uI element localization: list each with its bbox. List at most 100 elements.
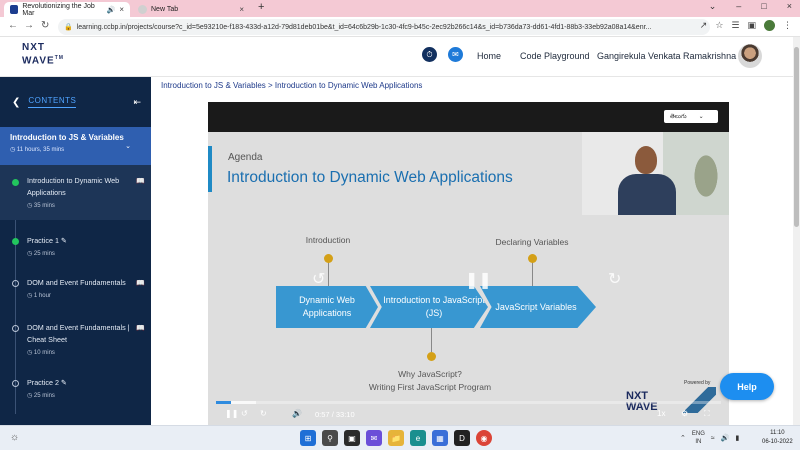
video-progress-bar[interactable] (216, 401, 721, 404)
dell-app-icon[interactable]: D (454, 430, 470, 446)
task-view-icon[interactable]: ▣ (344, 430, 360, 446)
step-javascript-variables: JavaScript Variables (480, 286, 596, 328)
minimize-icon[interactable]: – (736, 1, 741, 12)
language-select[interactable]: తెలుగు ⌄ (664, 110, 718, 123)
forward-overlay-icon[interactable]: ↻ (608, 269, 621, 289)
timer-icon[interactable]: ⏱ (422, 47, 437, 62)
settings-gear-icon[interactable]: ⚙ (681, 409, 688, 418)
back-arrow-icon[interactable]: ← (8, 20, 18, 31)
contents-label[interactable]: CONTENTS (28, 96, 77, 108)
speaker-tray-icon[interactable]: 🔊 (721, 434, 730, 442)
user-avatar[interactable] (738, 44, 762, 68)
system-clock[interactable]: 11:10 06-10-2022 (762, 429, 793, 447)
main-content: Introduction to JS & Variables > Introdu… (151, 77, 793, 425)
code-playground-link[interactable]: Code Playground (520, 51, 590, 61)
volume-icon[interactable]: 🔊 (292, 409, 302, 418)
lock-icon[interactable]: 🔒 (64, 23, 73, 31)
clock-time: 11:10 (770, 430, 785, 436)
store-icon[interactable]: ▦ (432, 430, 448, 446)
nxtwave-logo[interactable]: NXT WAVETM (22, 43, 64, 66)
help-button[interactable]: Help (720, 373, 774, 400)
presenter-body (618, 174, 676, 215)
back-chevron-icon[interactable]: ❮ (12, 97, 20, 108)
sidebar-item-label: DOM and Event Fundamentals (27, 278, 126, 287)
close-window-icon[interactable]: × (787, 1, 792, 12)
course-sidebar: ❮ CONTENTS ⇤ Introduction to JS & Variab… (0, 77, 151, 425)
close-tab-icon[interactable]: × (119, 5, 124, 14)
browser-menu-icon[interactable]: ⋮ (783, 20, 792, 31)
logo-tm: TM (54, 55, 64, 61)
teams-chat-icon[interactable]: ✉ (366, 430, 382, 446)
os-taskbar: ☼ ⊞ ⚲ ▣ ✉ 📁 e ▦ D ◉ ⌃ ENG IN ≈ 🔊 ▮ 11:10… (0, 425, 800, 450)
new-tab-favicon-icon (138, 5, 147, 14)
bookmark-star-icon[interactable]: ☆ (715, 20, 723, 31)
tab-search-icon[interactable]: ⌄ (709, 1, 717, 12)
sidebar-item-dom-event-fundamentals[interactable]: DOM and Event Fundamentals ◷ 1 hour 📖 (0, 265, 151, 310)
new-tab-button[interactable]: + (258, 1, 264, 13)
weather-icon[interactable]: ☼ (10, 432, 19, 443)
browser-tab-new[interactable]: New Tab × (132, 2, 250, 17)
plant-image (686, 152, 726, 212)
rewind-10-icon[interactable]: ↺ (241, 409, 248, 418)
url-input[interactable]: 🔒 learning.ccbp.in/projects/course?c_id=… (58, 19, 710, 35)
sidebar-item-practice-1[interactable]: Practice 1 ✎ ◷ 25 mins (0, 220, 151, 265)
edge-browser-icon[interactable]: e (410, 430, 426, 446)
battery-icon[interactable]: ▮ (735, 434, 739, 442)
book-icon: 📖 (136, 325, 145, 332)
sidebar-item-duration: ◷ 10 mins (27, 350, 55, 356)
breadcrumb[interactable]: Introduction to JS & Variables > Introdu… (161, 81, 422, 90)
sidebar-item-dom-cheat-sheet[interactable]: DOM and Event Fundamentals | Cheat Sheet… (0, 310, 151, 365)
sidebar-item-duration: ◷ 25 mins (27, 393, 55, 399)
site-favicon-icon (10, 5, 19, 14)
annotation-introduction: Introduction (305, 235, 351, 245)
tray-chevron-up-icon[interactable]: ⌃ (680, 434, 686, 442)
rewind-overlay-icon[interactable]: ↺ (312, 269, 325, 289)
video-player[interactable]: తెలుగు ⌄ Agenda Introduction to Dynamic … (208, 102, 729, 425)
forward-10-icon[interactable]: ↻ (260, 409, 267, 418)
chrome-icon[interactable]: ◉ (476, 430, 492, 446)
browser-tab-active[interactable]: Revolutionizing the Job Mar 🔊 × (4, 2, 130, 17)
chat-icon[interactable]: ✉ (448, 47, 463, 62)
system-tray: ⌃ ENG IN ≈ 🔊 ▮ (680, 430, 739, 446)
address-bar-row: ← → ↻ 🔒 learning.ccbp.in/projects/course… (0, 17, 800, 37)
app-header: NXT WAVETM ⏱ ✉ Home Code Playground Gang… (0, 37, 793, 77)
sidebar-item-intro-dynamic-web[interactable]: Introduction to Dynamic Web Applications… (0, 165, 151, 220)
sidebar-item-duration: ◷ 1 hour (27, 293, 51, 299)
close-tab-icon[interactable]: × (239, 5, 244, 14)
pause-icon[interactable]: ❚❚ (225, 409, 238, 418)
pending-circle-icon (12, 280, 19, 287)
forward-arrow-icon[interactable]: → (24, 20, 34, 31)
chevron-down-icon[interactable]: ⌄ (125, 142, 131, 150)
browser-toolbar-icons: ↗ ☆ ☰ ▣ ⋮ (700, 20, 792, 31)
wifi-icon[interactable]: ≈ (711, 435, 715, 442)
speaker-icon[interactable]: 🔊 (107, 6, 116, 14)
module-title: Introduction to JS & Variables (10, 133, 124, 142)
file-explorer-icon[interactable]: 📁 (388, 430, 404, 446)
collapse-sidebar-icon[interactable]: ⇤ (133, 97, 141, 108)
slide-title: Introduction to Dynamic Web Applications (227, 169, 513, 186)
share-icon[interactable]: ↗ (700, 20, 708, 31)
search-icon[interactable]: ⚲ (322, 430, 338, 446)
pause-overlay-icon[interactable]: ❚❚ (465, 270, 492, 290)
home-link[interactable]: Home (477, 51, 501, 61)
tab-title: New Tab (151, 6, 179, 13)
reload-icon[interactable]: ↻ (41, 20, 49, 31)
presenter-video (582, 132, 729, 215)
profile-avatar[interactable] (764, 20, 775, 31)
slide-accent-bar (208, 146, 212, 192)
pending-circle-icon (12, 380, 19, 387)
fullscreen-icon[interactable]: ⛶ (704, 409, 710, 419)
scrollbar-thumb[interactable] (794, 47, 799, 227)
reading-list-icon[interactable]: ☰ (731, 20, 739, 31)
language-indicator[interactable]: ENG IN (692, 430, 705, 446)
extensions-icon[interactable]: ▣ (747, 20, 756, 31)
maximize-icon[interactable]: □ (761, 1, 766, 12)
presenter-head (635, 146, 657, 174)
user-name[interactable]: Gangirekula Venkata Ramakrishna (597, 51, 736, 61)
tab-title: Revolutionizing the Job Mar (22, 2, 95, 17)
windows-start-icon[interactable]: ⊞ (300, 430, 316, 446)
playback-speed[interactable]: 1x (657, 409, 665, 418)
sidebar-item-practice-2[interactable]: Practice 2 ✎ ◷ 25 mins (0, 365, 151, 405)
page-scrollbar[interactable] (793, 37, 800, 425)
module-header[interactable]: Introduction to JS & Variables ◷ 11 hour… (0, 127, 151, 165)
